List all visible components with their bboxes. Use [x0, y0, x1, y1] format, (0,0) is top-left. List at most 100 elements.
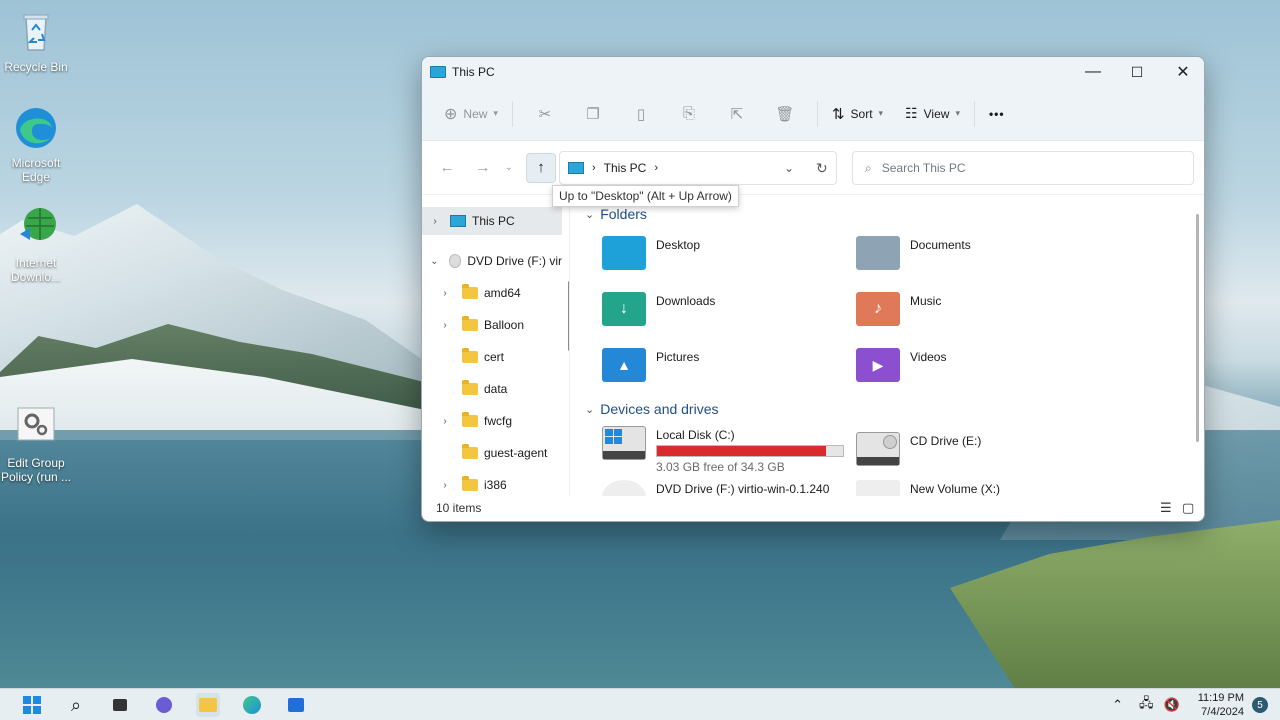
chat-button[interactable]	[152, 693, 176, 717]
up-button[interactable]: ↑	[526, 152, 556, 183]
folder-tile-documents[interactable]: Documents	[856, 236, 971, 270]
chevron-right-icon: ›	[443, 287, 447, 299]
chevron-down-icon: ⌄	[430, 255, 439, 267]
desktop-icon-label: Microsoft Edge	[11, 156, 61, 184]
recent-locations-button[interactable]: ⌄	[498, 153, 520, 183]
start-button[interactable]	[20, 693, 44, 717]
sort-icon: ⇅	[831, 105, 845, 123]
view-button[interactable]: ☷ View ▾	[899, 98, 966, 130]
desktop-icon-internet-download[interactable]: Internet Downlo...	[0, 204, 72, 284]
desktop-icon-label: Recycle Bin	[4, 60, 68, 74]
clock-time: 11:19 PM	[1197, 692, 1244, 704]
scissors-icon: ✂	[538, 105, 552, 123]
desktop-icon-label: Internet Downlo...	[10, 256, 62, 284]
arrow-up-icon: ↑	[537, 159, 545, 176]
file-explorer-taskbar-button[interactable]	[196, 693, 220, 717]
show-hidden-icons-button[interactable]: ⌃	[1112, 697, 1123, 713]
downloads-folder-icon: ↓	[602, 292, 646, 326]
nav-item-balloon[interactable]: › Balloon	[422, 311, 562, 339]
more-options-button[interactable]: •••	[983, 98, 1011, 130]
desktop-icon-edit-group-policy[interactable]: Edit Group Policy (run ...	[0, 404, 72, 484]
title-bar[interactable]: This PC — ☐ ✕	[422, 57, 1204, 87]
folder-tile-desktop[interactable]: Desktop	[602, 236, 700, 270]
delete-button[interactable]: 🗑	[761, 98, 809, 130]
folder-tile-pictures[interactable]: ▲ Pictures	[602, 348, 699, 382]
chevron-down-icon: ⌄	[504, 162, 514, 173]
close-button[interactable]: ✕	[1160, 57, 1204, 87]
sort-button[interactable]: ⇅ Sort ▾	[826, 98, 889, 130]
drive-usage-bar	[656, 445, 844, 457]
toolbar-divider	[511, 100, 513, 127]
item-count: 10 items	[436, 501, 482, 515]
nav-item-fwcfg[interactable]: › fwcfg	[422, 407, 562, 435]
desktop-icon-label: Edit Group Policy (run ...	[0, 456, 72, 484]
nav-item-guest-agent[interactable]: guest-agent	[422, 439, 562, 467]
drive-tile-dvd-f[interactable]: DVD Drive (F:) virtio-win-0.1.240	[602, 480, 829, 496]
folder-tile-music[interactable]: ♪ Music	[856, 292, 941, 326]
new-button[interactable]: ⊕ New ▾	[438, 98, 504, 130]
drive-tile-cd-e[interactable]: CD Drive (E:)	[856, 432, 981, 466]
share-button[interactable]: ⇱	[713, 98, 761, 130]
videos-folder-icon: ▶	[856, 348, 900, 382]
edge-icon	[12, 104, 60, 152]
folder-tile-downloads[interactable]: ↓ Downloads	[602, 292, 715, 326]
search-box[interactable]: ⌕ Search This PC	[852, 151, 1194, 185]
network-icon[interactable]: 🖧	[1139, 694, 1154, 716]
content-scrollbar[interactable]	[1196, 214, 1199, 442]
folder-icon	[462, 380, 478, 395]
chevron-down-icon: ▾	[493, 108, 498, 118]
clock-date: 7/4/2024	[1201, 706, 1244, 718]
drive-tile-local-disk-c[interactable]: Local Disk (C:) 3.03 GB free of 34.3 GB	[602, 426, 844, 474]
monitor-icon	[568, 162, 584, 174]
volume-muted-icon[interactable]: 🔇	[1164, 697, 1180, 713]
desktop-icon-edge[interactable]: Microsoft Edge	[0, 104, 72, 184]
address-dropdown-button[interactable]: ⌄	[784, 161, 794, 175]
windows-logo-icon	[23, 696, 41, 714]
details-view-button[interactable]: ☰	[1160, 500, 1172, 516]
cut-button[interactable]: ✂	[521, 98, 569, 130]
nav-item-cert[interactable]: cert	[422, 343, 562, 371]
breadcrumb-this-pc[interactable]: This PC	[604, 161, 647, 175]
edge-taskbar-button[interactable]	[240, 693, 264, 717]
task-view-icon	[113, 699, 127, 711]
drive-free-space: 3.03 GB free of 34.3 GB	[656, 460, 785, 474]
minimize-button[interactable]: —	[1070, 57, 1116, 87]
search-input[interactable]: Search This PC	[882, 161, 966, 175]
maximize-button[interactable]: ☐	[1114, 57, 1160, 87]
search-button[interactable]: ⌕	[64, 693, 88, 717]
back-button[interactable]: ←	[432, 153, 462, 183]
file-explorer-window: This PC — ☐ ✕ ⊕ New ▾ ✂ ❐ ▯ ⎘ ⇱ 🗑 ⇅ Sort…	[421, 56, 1205, 522]
drive-tile-new-volume-x[interactable]: New Volume (X:)	[856, 480, 1000, 496]
nav-item-data[interactable]: data	[422, 375, 562, 403]
clock[interactable]: 11:19 PM 7/4/2024	[1198, 691, 1244, 719]
copy-button[interactable]: ❐	[569, 98, 617, 130]
nav-item-i386[interactable]: › i386	[422, 471, 562, 496]
desktop-icon-recycle-bin[interactable]: Recycle Bin	[0, 8, 72, 74]
chevron-right-icon: ›	[443, 319, 447, 331]
rename-button[interactable]: ⎘	[665, 98, 713, 130]
nav-item-dvd-drive[interactable]: ⌄ DVD Drive (F:) vir	[422, 247, 562, 275]
chevron-right-icon: ›	[443, 415, 447, 427]
chevron-right-icon: ›	[592, 162, 596, 174]
refresh-button[interactable]: ↻	[816, 160, 828, 177]
search-icon: ⌕	[70, 694, 82, 715]
forward-button[interactable]: →	[468, 153, 498, 183]
store-taskbar-button[interactable]	[284, 693, 308, 717]
globe-download-icon	[12, 204, 60, 252]
window-title: This PC	[452, 65, 495, 79]
nav-item-this-pc[interactable]: › This PC	[422, 207, 562, 235]
dvd-drive-icon	[602, 480, 646, 496]
nav-item-amd64[interactable]: › amd64	[422, 279, 562, 307]
folder-icon	[462, 444, 478, 459]
tiles-view-button[interactable]: ▢	[1182, 500, 1194, 516]
edge-icon	[243, 696, 261, 714]
devices-section-header[interactable]: ⌄ Devices and drives	[585, 401, 719, 417]
notification-badge[interactable]: 5	[1252, 697, 1268, 713]
paste-button[interactable]: ▯	[617, 98, 665, 130]
folders-section-header[interactable]: ⌄ Folders	[585, 206, 647, 222]
nav-pane-scrollbar[interactable]	[568, 281, 569, 351]
address-bar[interactable]: › This PC › ⌄ ↻	[559, 151, 837, 185]
folder-tile-videos[interactable]: ▶ Videos	[856, 348, 946, 382]
task-view-button[interactable]	[108, 693, 132, 717]
disc-icon	[448, 254, 462, 268]
